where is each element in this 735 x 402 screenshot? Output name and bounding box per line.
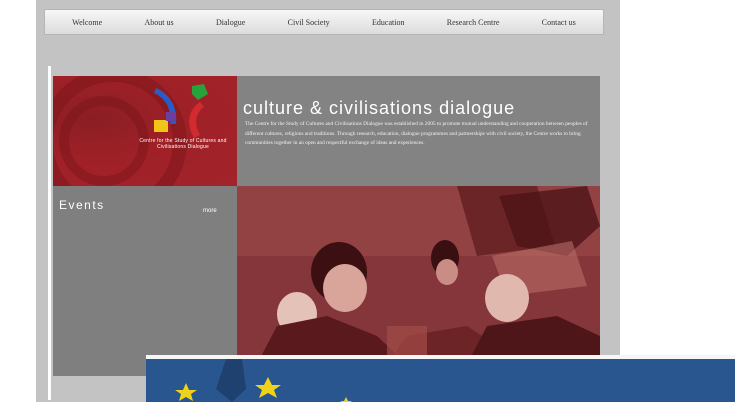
- more-link[interactable]: more: [203, 208, 217, 214]
- intro-text: The Centre for the Study of Cultures and…: [245, 121, 588, 147]
- main-nav: Welcome About us Dialogue Civil Society …: [44, 9, 604, 35]
- events-sidebar: Events more: [53, 186, 237, 376]
- nav-item-welcome[interactable]: Welcome: [72, 18, 102, 27]
- nav-item-about[interactable]: About us: [145, 18, 174, 27]
- eu-stars-image: [146, 359, 735, 402]
- feature-photo: [237, 186, 600, 364]
- nav-item-contact[interactable]: Contact us: [542, 18, 576, 27]
- sidebar-heading: Events: [59, 198, 105, 212]
- page-title: culture & civilisations dialogue: [243, 98, 516, 119]
- nav-item-civil-society[interactable]: Civil Society: [288, 18, 330, 27]
- header-panel: culture & civilisations dialogue The Cen…: [237, 76, 600, 186]
- nav-item-education[interactable]: Education: [372, 18, 404, 27]
- logo-panel[interactable]: Centre for the Study of Cultures and Civ…: [53, 76, 237, 186]
- frame-divider: [48, 66, 51, 400]
- nav-item-research[interactable]: Research Centre: [447, 18, 500, 27]
- nav-item-dialogue[interactable]: Dialogue: [216, 18, 245, 27]
- logo-caption: Centre for the Study of Cultures and Civ…: [139, 138, 227, 150]
- masked-performers-image: [237, 186, 600, 364]
- eu-banner: [146, 355, 735, 402]
